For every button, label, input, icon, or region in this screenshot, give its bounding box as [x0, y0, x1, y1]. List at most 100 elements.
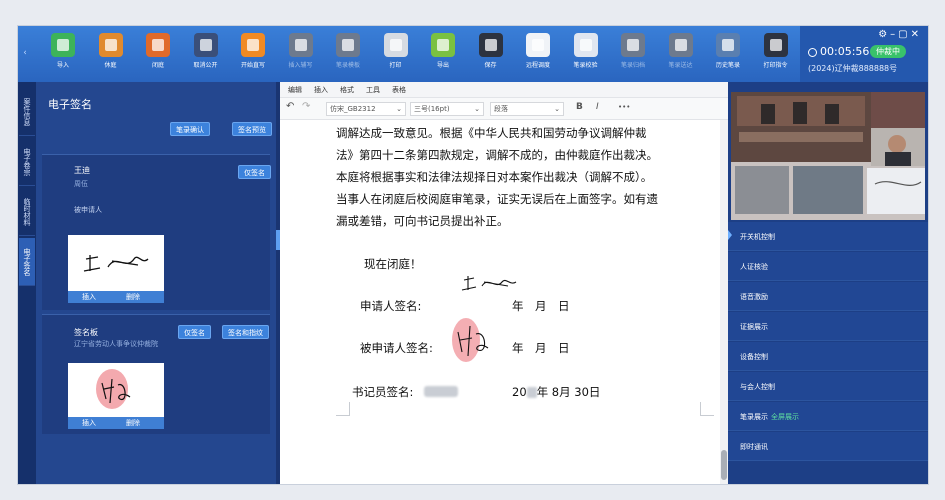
- recess-icon: [98, 33, 123, 57]
- respondent-signature-image: [452, 318, 489, 362]
- tab-temp-materials[interactable]: 临时材料: [19, 188, 35, 236]
- toolbar-button-label: 打印: [389, 62, 402, 69]
- undo-icon[interactable]: ↶: [286, 101, 294, 112]
- courtroom-video-feed[interactable]: [731, 92, 925, 220]
- signature-pad-title: 签名板: [74, 328, 98, 337]
- signature-pad-card: 签名板 辽宁省劳动人事争议仲裁院 仅签名 签名和指纹 插入 删除: [42, 314, 270, 434]
- import-button[interactable]: 导入: [40, 31, 86, 79]
- font-family-select[interactable]: 仿宋_GB2312 ⌄: [326, 102, 406, 116]
- print-command-button[interactable]: 打印指令: [753, 31, 799, 79]
- editor-scrollbar[interactable]: [720, 120, 728, 484]
- menu-device-control[interactable]: 设备控制: [728, 342, 928, 371]
- menu-participant-control[interactable]: 与会人控制: [728, 372, 928, 401]
- clerk-date: 20 年 8月 30日: [512, 385, 601, 399]
- menu-tools[interactable]: 工具: [366, 85, 380, 95]
- paragraph-line: 当事人在闭庭后校阅庭审笔录，证实无误后在上面签字。如有遗: [336, 192, 658, 206]
- transcript-confirm-button[interactable]: 笔录确认: [170, 122, 210, 136]
- toolbar-button-label: 休庭: [104, 62, 117, 69]
- respondent-date: 年 月 日: [512, 341, 570, 355]
- tab-e-signature[interactable]: 电子签名: [19, 238, 35, 286]
- insert-button-2[interactable]: 插入: [82, 417, 96, 429]
- paragraph-line: 本庭将根据事实和法律法规择日对本案作出裁决（调解不成）。: [336, 170, 653, 184]
- panel-title: 电子签名: [48, 98, 92, 111]
- fullscreen-display-link[interactable]: 全屏展示: [771, 413, 799, 421]
- italic-button[interactable]: I: [596, 102, 599, 112]
- menu-evidence-display[interactable]: 证据展示: [728, 312, 928, 341]
- toolbar-button-label: 笔录模板: [335, 62, 360, 69]
- toolbar-button-label: 笔录归档: [620, 62, 645, 69]
- paragraph-line: 调解达成一致意见。根据《中华人民共和国劳动争议调解仲裁: [336, 126, 647, 140]
- hearing-timer: 00:05:56: [820, 45, 870, 58]
- scrollbar-thumb[interactable]: [721, 450, 727, 480]
- insert-assist-icon: [288, 33, 313, 57]
- toolbar-button-label: 历史笔录: [715, 62, 740, 69]
- tab-e-dossier[interactable]: 电子卷宗: [19, 138, 35, 186]
- signature-fingerprint-image: [68, 363, 164, 417]
- print-button[interactable]: 打印: [373, 31, 419, 79]
- transcript-check-icon: [573, 33, 598, 57]
- signature-preview-button[interactable]: 签名预览: [232, 122, 272, 136]
- menu-instant-messaging[interactable]: 即时通讯: [728, 432, 928, 461]
- save-icon: [478, 33, 503, 57]
- document-page[interactable]: 调解达成一致意见。根据《中华人民共和国劳动争议调解仲裁 法》第四十二条第四款规定…: [280, 120, 720, 484]
- start-write-button[interactable]: 开始直写: [230, 31, 276, 79]
- signer-card: 王迪 周伍 仅签名 被申请人 插入 删除: [42, 154, 271, 310]
- transcript-archive-button[interactable]: 笔录归档: [610, 31, 656, 79]
- toolbar-button-label: 插入辅写: [288, 62, 313, 69]
- transcript-deliver-button[interactable]: 笔录送达: [658, 31, 704, 79]
- tab-case-info[interactable]: 案件信息: [19, 88, 35, 136]
- toolbar-collapse-icon[interactable]: ‹: [20, 48, 30, 62]
- history-transcript-button[interactable]: 历史笔录: [705, 31, 751, 79]
- control-panel: 开关机控制 人证核验 语音激励 证据展示 设备控制 与会人控制 笔录展示 全屏展示…: [728, 82, 928, 484]
- save-button[interactable]: 保存: [468, 31, 514, 79]
- close-court-button[interactable]: 闭庭: [135, 31, 181, 79]
- toolbar-button-label: 远程调度: [525, 62, 550, 69]
- redacted-clerk-name: [424, 386, 458, 397]
- case-number: (2024)辽仲裁888888号: [808, 64, 898, 73]
- insert-button[interactable]: 插入: [82, 291, 96, 303]
- redo-icon[interactable]: ↷: [302, 101, 310, 112]
- transcript-check-button[interactable]: 笔录校验: [563, 31, 609, 79]
- menu-insert[interactable]: 插入: [314, 85, 328, 95]
- menu-power-control[interactable]: 开关机控制: [728, 222, 928, 251]
- sign-and-fingerprint-button[interactable]: 签名和指纹: [222, 325, 269, 339]
- signature-actions-2: 插入 删除: [68, 417, 164, 429]
- menu-format[interactable]: 格式: [340, 85, 354, 95]
- sign-only-button[interactable]: 仅签名: [238, 165, 271, 179]
- menu-id-verification[interactable]: 人证核验: [728, 252, 928, 281]
- bold-button[interactable]: B: [576, 102, 583, 112]
- applicant-date: 年 月 日: [512, 299, 570, 313]
- page-margin-mark: [336, 402, 350, 416]
- menu-table[interactable]: 表格: [392, 85, 406, 95]
- print-command-icon: [763, 33, 788, 57]
- close-court-icon: [146, 33, 170, 57]
- transcript-deliver-icon: [668, 33, 693, 57]
- hearing-status-panel: ⚙–▢✕ 00:05:56 仲裁中 (2024)辽仲裁888888号: [800, 26, 928, 82]
- toolbar-button-label: 打印指令: [763, 62, 788, 69]
- insert-assist-button[interactable]: 插入辅写: [278, 31, 324, 79]
- signer-org: 辽宁省劳动人事争议仲裁院: [74, 340, 158, 348]
- menu-transcript-display[interactable]: 笔录展示 全屏展示: [728, 402, 928, 431]
- export-button[interactable]: 导出: [420, 31, 466, 79]
- party-label: 被申请人: [74, 206, 102, 214]
- more-options-icon[interactable]: •••: [618, 103, 630, 111]
- menu-edit[interactable]: 编辑: [288, 85, 302, 95]
- remote-dispatch-button[interactable]: 远程调度: [515, 31, 561, 79]
- page-margin-mark: [700, 402, 714, 416]
- sign-only-button-2[interactable]: 仅签名: [178, 325, 211, 339]
- signer-name: 王迪: [74, 166, 90, 175]
- toolbar-button-label: 导入: [56, 62, 69, 69]
- signer-role: 周伍: [74, 180, 88, 188]
- cancel-public-button[interactable]: 取消公开: [183, 31, 229, 79]
- recess-button[interactable]: 休庭: [88, 31, 134, 79]
- transcript-template-button[interactable]: 笔录模板: [325, 31, 371, 79]
- window-controls[interactable]: ⚙–▢✕: [878, 29, 922, 40]
- delete-button[interactable]: 删除: [126, 291, 140, 303]
- main-toolbar: ‹ 导入 休庭 闭庭 取消公开 开始直写 插入辅写 笔录模板 打印 导出 保存 远程调度 笔录校验 笔录…: [18, 26, 928, 82]
- delete-button-2[interactable]: 删除: [126, 417, 140, 429]
- app-window: ‹ 导入 休庭 闭庭 取消公开 开始直写 插入辅写 笔录模板 打印 导出 保存 远程调度 笔录校验 笔录…: [18, 26, 928, 484]
- menu-voice-activation[interactable]: 语音激励: [728, 282, 928, 311]
- paragraph-style-select[interactable]: 段落 ⌄: [490, 102, 564, 116]
- font-size-select[interactable]: 三号(16pt) ⌄: [410, 102, 484, 116]
- transcript-editor: 编辑 插入 格式 工具 表格 ↶ ↷ 仿宋_GB2312 ⌄ 三号(16pt) ⌄ …: [280, 82, 728, 484]
